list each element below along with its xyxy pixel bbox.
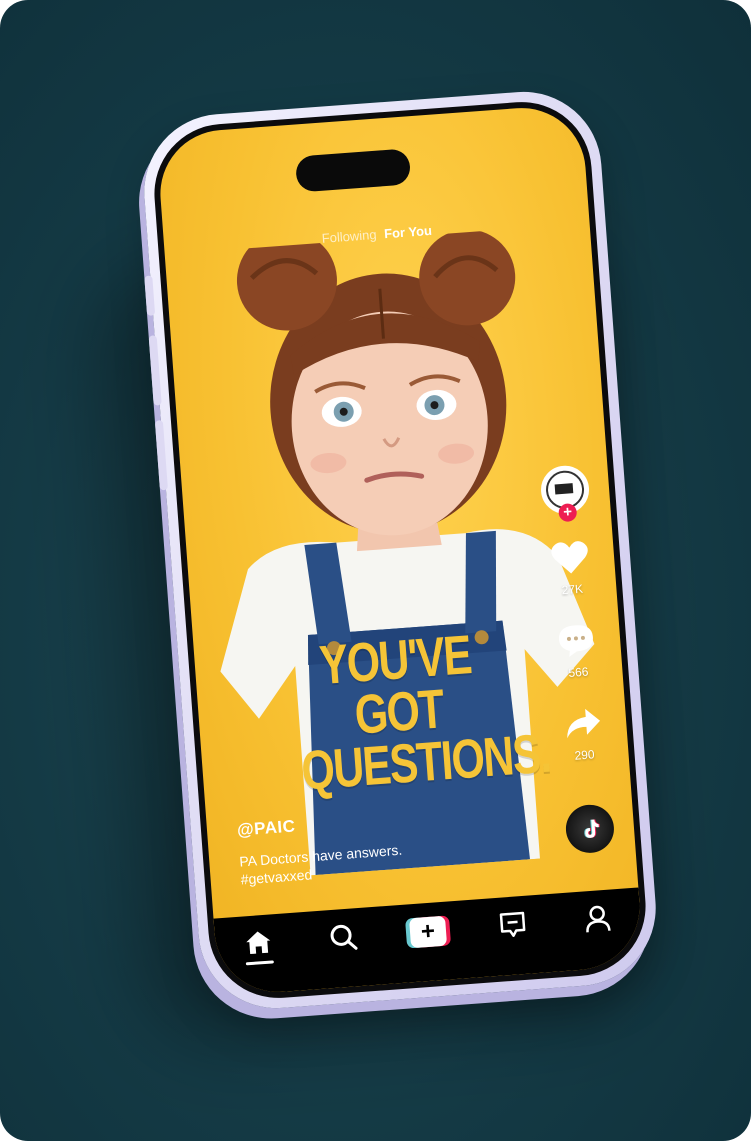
create-plus: + [408, 915, 448, 949]
creator-avatar[interactable]: + [539, 464, 591, 523]
caption-text: PA Doctors have answers. #getvaxxed [239, 841, 404, 889]
nav-create[interactable]: + [399, 915, 457, 949]
video-caption: @PAIC PA Doctors have answers. #getvaxxe… [236, 809, 404, 889]
nav-profile[interactable] [569, 902, 627, 934]
video-headline: YOU'VE GOT QUESTIONS. [292, 623, 553, 802]
share-arrow-icon [567, 708, 601, 739]
nav-inbox[interactable] [484, 909, 542, 941]
profile-icon [586, 905, 612, 933]
create-icon: + [404, 915, 452, 949]
nav-home[interactable] [229, 927, 287, 966]
share-action[interactable]: 290 [551, 703, 615, 764]
search-icon [330, 924, 358, 950]
inbox-icon [499, 911, 526, 937]
tiktok-note-icon [584, 819, 600, 838]
nav-search[interactable] [314, 921, 372, 953]
like-count: 27K [561, 581, 584, 598]
nav-active-indicator [245, 960, 274, 966]
headline-line-2: QUESTIONS. [299, 721, 553, 802]
comment-count: 566 [567, 664, 589, 680]
like-action[interactable]: 27K [539, 537, 603, 598]
heart-icon [551, 541, 588, 574]
home-icon [245, 931, 270, 955]
promo-card: Following For You YOU'VE GOT QUESTIONS. … [0, 0, 751, 1141]
phone-mockup: Following For You YOU'VE GOT QUESTIONS. … [138, 86, 662, 1014]
comment-icon [558, 625, 593, 657]
comment-action[interactable]: 566 [545, 620, 609, 681]
follow-plus-icon[interactable]: + [558, 502, 578, 523]
dynamic-island [294, 148, 412, 193]
phone-screen: Following For You YOU'VE GOT QUESTIONS. … [155, 103, 645, 997]
